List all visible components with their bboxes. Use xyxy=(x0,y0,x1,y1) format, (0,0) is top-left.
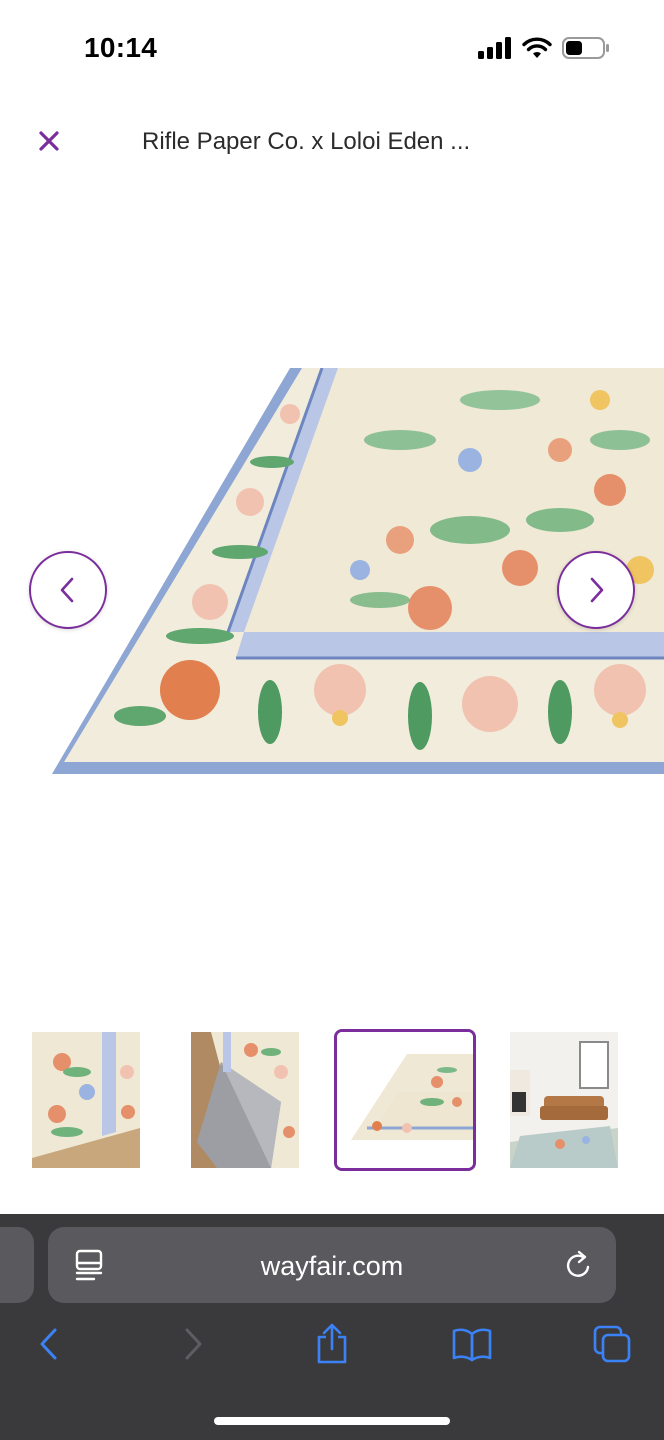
chevron-right-icon xyxy=(185,1328,202,1360)
thumbnail-rug-corner-flipped[interactable] xyxy=(191,1032,299,1168)
thumbnail-image xyxy=(191,1032,299,1168)
thumbnail-image xyxy=(337,1032,473,1168)
close-icon xyxy=(39,131,59,151)
url-text: wayfair.com xyxy=(260,1251,404,1281)
tabs-button[interactable] xyxy=(590,1322,634,1366)
reload-icon[interactable] xyxy=(564,1249,594,1286)
book-icon xyxy=(452,1328,492,1362)
wifi-icon xyxy=(522,37,552,58)
battery-icon xyxy=(562,37,609,59)
share-icon xyxy=(317,1323,347,1364)
chevron-right-icon xyxy=(590,577,604,603)
thumbnail-image xyxy=(32,1032,140,1168)
thumbnail-rug-angled-view[interactable] xyxy=(334,1029,476,1171)
status-time: 10:14 xyxy=(84,32,158,63)
chevron-left-icon xyxy=(60,577,74,603)
back-button[interactable] xyxy=(27,1322,71,1366)
address-bar[interactable]: wayfair.com xyxy=(48,1227,616,1303)
status-icons xyxy=(478,36,610,60)
bookmarks-button[interactable] xyxy=(450,1322,494,1366)
chevron-left-icon xyxy=(40,1328,57,1360)
thumbnail-rug-living-room[interactable] xyxy=(510,1032,618,1168)
previous-image-button[interactable] xyxy=(29,551,107,629)
home-indicator xyxy=(214,1417,450,1425)
share-button[interactable] xyxy=(310,1322,354,1366)
forward-button[interactable] xyxy=(171,1322,215,1366)
next-image-button[interactable] xyxy=(557,551,635,629)
close-button[interactable] xyxy=(34,126,64,156)
tabs-icon xyxy=(593,1325,631,1363)
cellular-signal-icon xyxy=(478,37,511,59)
thumbnail-rug-top-view[interactable] xyxy=(32,1032,140,1168)
page-title: Rifle Paper Co. x Loloi Eden ... xyxy=(142,128,471,155)
thumbnail-image xyxy=(510,1032,618,1168)
previous-tab-preview[interactable] xyxy=(0,1227,34,1303)
